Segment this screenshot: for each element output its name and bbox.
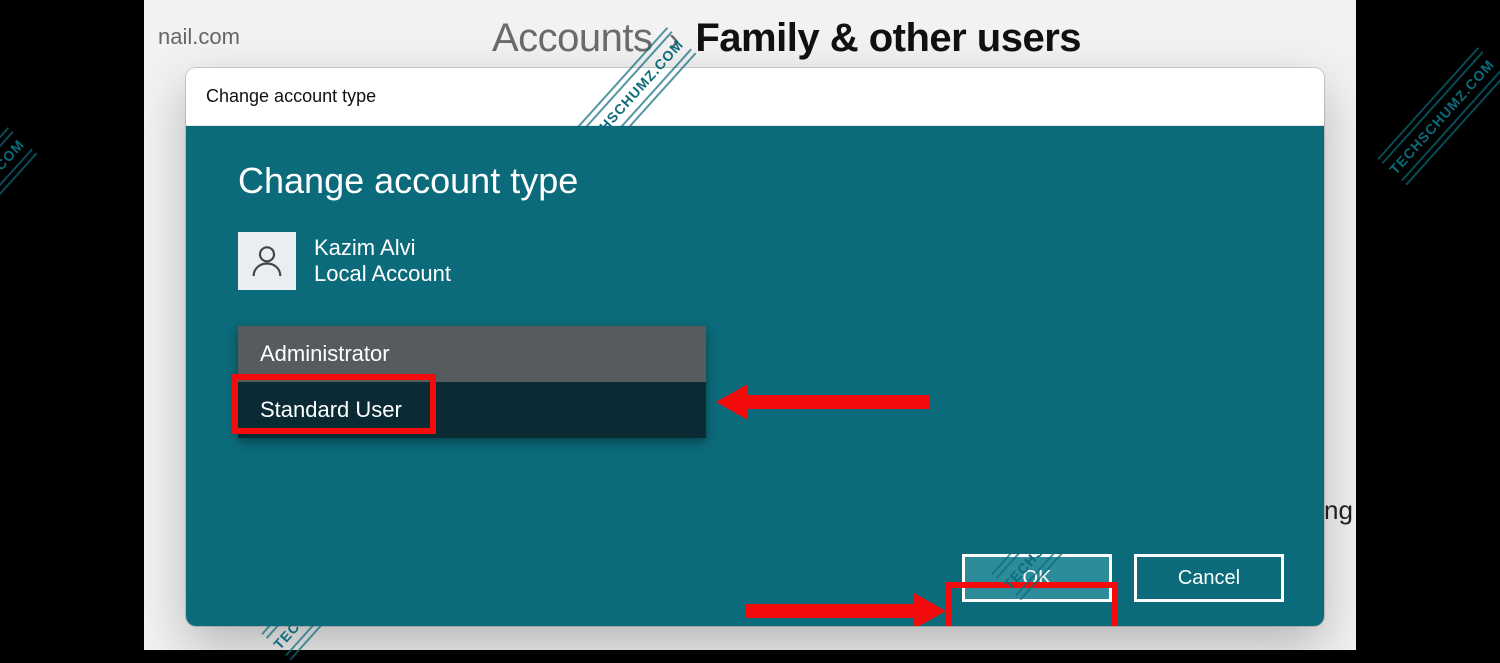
watermark: TECHSCHUMZ.COM — [0, 124, 40, 268]
annotation-arrow-to-administrator — [716, 387, 936, 417]
option-label: Administrator — [260, 341, 390, 367]
chevron-right-icon: › — [669, 21, 680, 60]
dialog-window-title: Change account type — [206, 86, 376, 107]
button-label: Cancel — [1178, 567, 1240, 590]
option-administrator[interactable]: Administrator — [238, 326, 706, 382]
account-email-fragment: nail.com — [158, 24, 240, 50]
user-summary: Kazim Alvi Local Account — [238, 232, 1272, 290]
user-avatar-icon — [238, 232, 296, 290]
dialog-body: Change account type Kazim Alvi Local Acc… — [186, 126, 1324, 626]
user-name: Kazim Alvi — [314, 235, 451, 261]
option-standard-user[interactable]: Standard User — [238, 382, 706, 438]
dialog-titlebar: Change account type — [186, 68, 1324, 126]
dialog-heading: Change account type — [238, 160, 1272, 202]
user-account-kind: Local Account — [314, 261, 451, 287]
cancel-button[interactable]: Cancel — [1134, 554, 1284, 602]
option-label: Standard User — [260, 397, 402, 423]
account-type-dropdown[interactable]: Administrator Standard User — [238, 326, 706, 438]
breadcrumb-parent[interactable]: Accounts — [492, 16, 653, 61]
watermark: TECHSCHUMZ.COM — [1374, 44, 1500, 188]
breadcrumb-current: Family & other users — [695, 16, 1081, 61]
change-account-type-dialog: Change account type Change account type … — [186, 68, 1324, 626]
annotation-arrow-to-ok — [746, 596, 946, 626]
button-label: OK — [1023, 567, 1052, 590]
dialog-button-row: OK Cancel — [962, 554, 1284, 602]
background-text-fragment: ng — [1324, 495, 1353, 526]
ok-button[interactable]: OK — [962, 554, 1112, 602]
breadcrumb: Accounts › Family & other users — [492, 16, 1081, 61]
settings-background: nail.com Accounts › Family & other users… — [144, 0, 1356, 650]
